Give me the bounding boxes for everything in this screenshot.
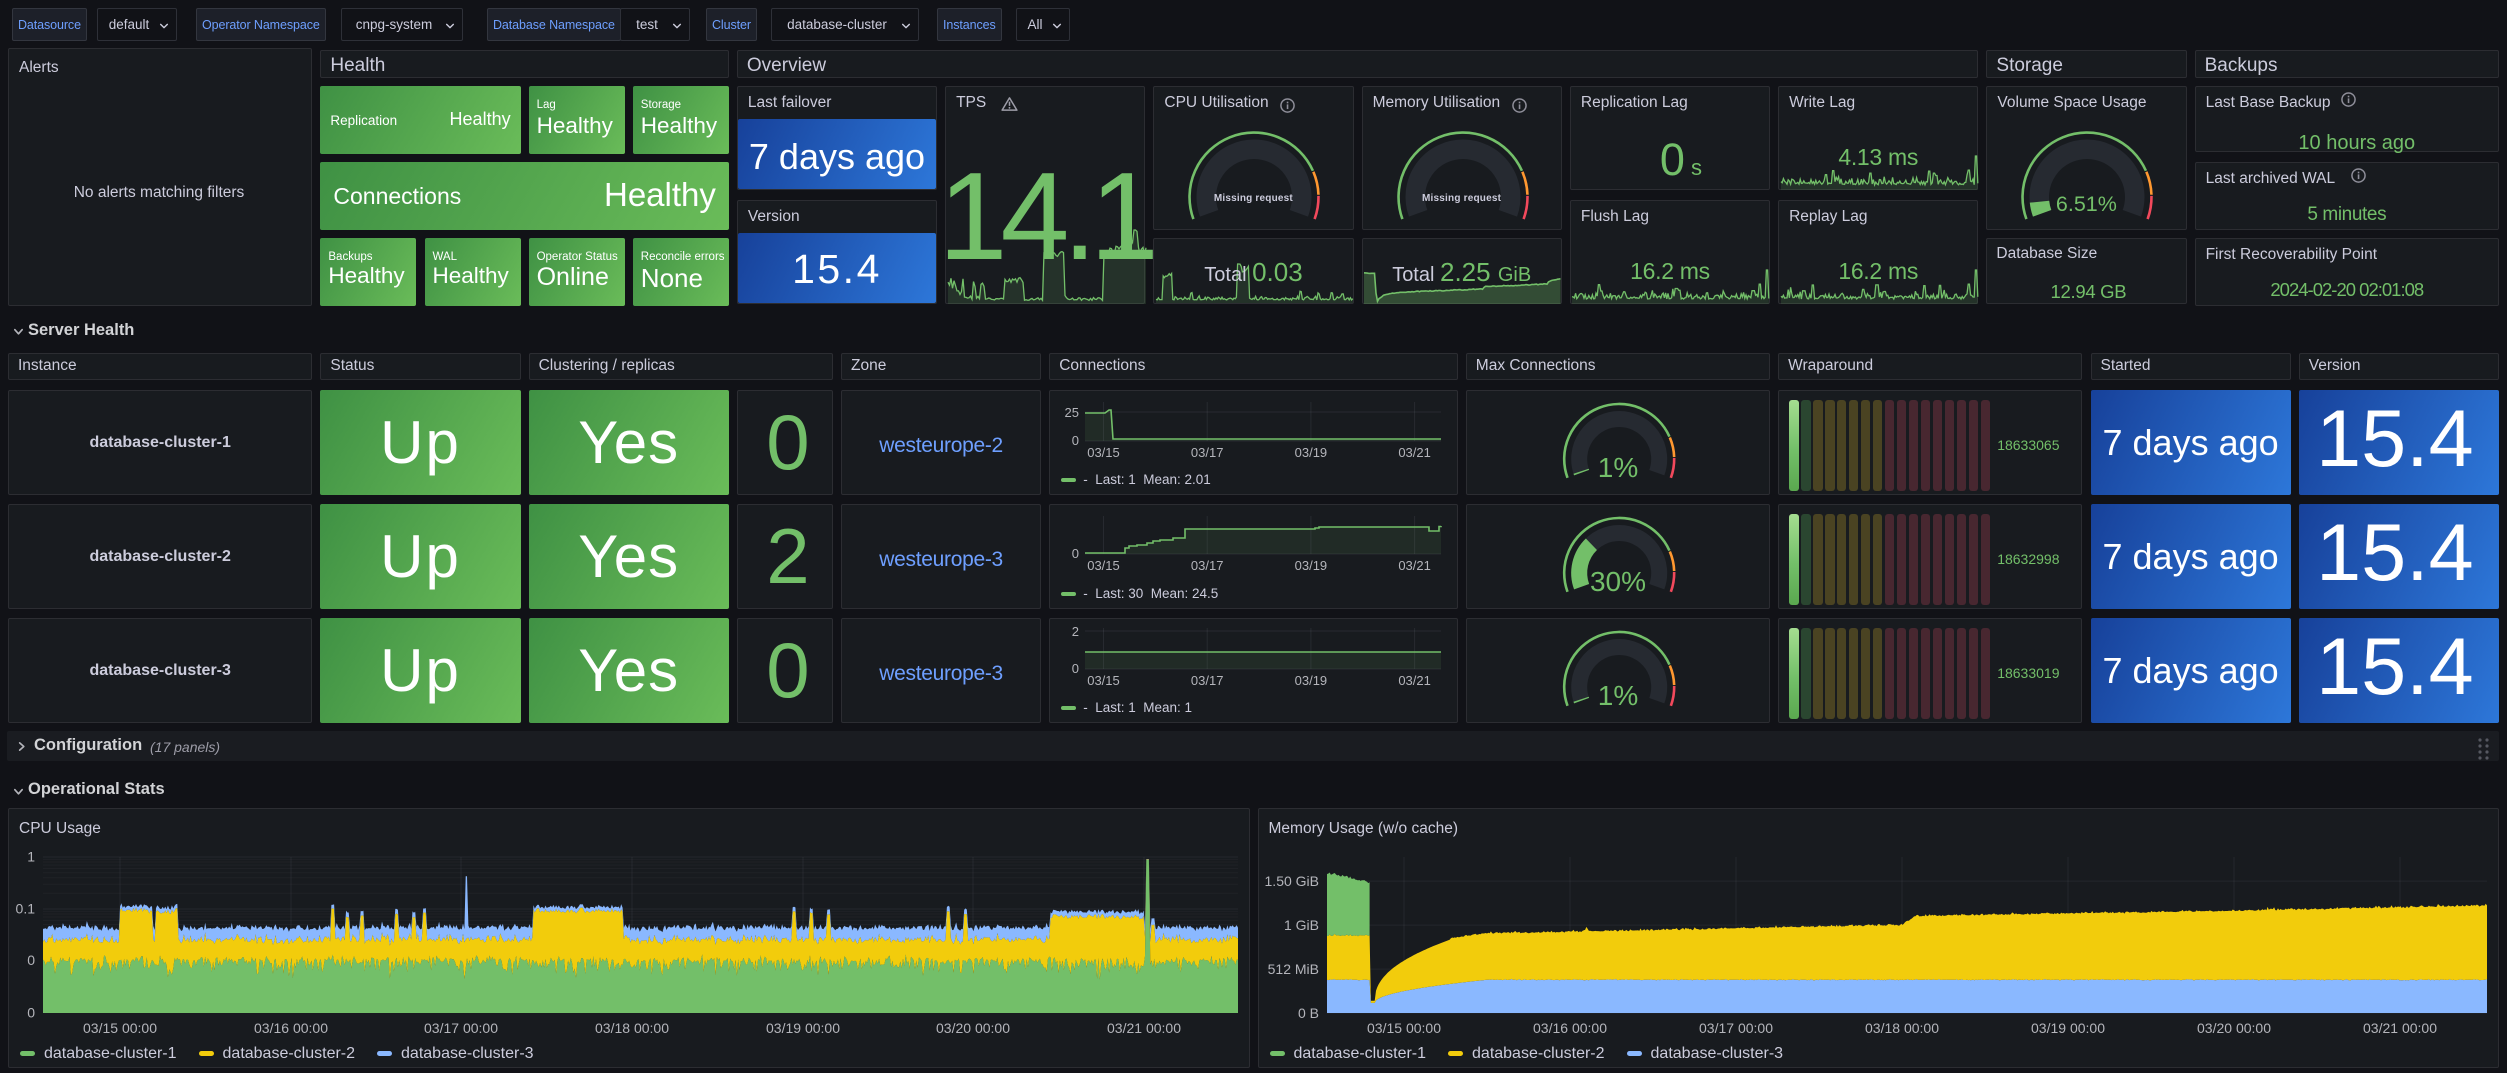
svg-text:2: 2 [1072, 624, 1079, 639]
svg-text:0 B: 0 B [1297, 1005, 1318, 1021]
svg-text:03/15 00:00: 03/15 00:00 [1367, 1020, 1441, 1036]
svg-text:0: 0 [1072, 661, 1079, 676]
svg-text:03/15: 03/15 [1087, 558, 1120, 573]
svg-text:1 GiB: 1 GiB [1283, 917, 1318, 933]
svg-text:03/18 00:00: 03/18 00:00 [1865, 1020, 1939, 1036]
svg-text:03/16 00:00: 03/16 00:00 [254, 1020, 328, 1036]
svg-text:03/19: 03/19 [1295, 673, 1328, 688]
svg-text:03/19: 03/19 [1295, 558, 1328, 573]
svg-text:0.1: 0.1 [16, 901, 36, 917]
svg-text:03/19 00:00: 03/19 00:00 [766, 1020, 840, 1036]
svg-text:512 MiB: 512 MiB [1267, 961, 1318, 977]
svg-text:03/17 00:00: 03/17 00:00 [1699, 1020, 1773, 1036]
svg-text:1.50 GiB: 1.50 GiB [1264, 873, 1318, 889]
svg-text:03/16 00:00: 03/16 00:00 [1533, 1020, 1607, 1036]
svg-text:03/15: 03/15 [1087, 445, 1120, 460]
svg-text:03/21: 03/21 [1399, 558, 1432, 573]
svg-text:0: 0 [1072, 433, 1079, 448]
svg-text:03/18 00:00: 03/18 00:00 [595, 1020, 669, 1036]
svg-text:03/21: 03/21 [1399, 673, 1432, 688]
svg-text:03/21: 03/21 [1399, 445, 1432, 460]
svg-text:03/20 00:00: 03/20 00:00 [2197, 1020, 2271, 1036]
svg-text:03/17: 03/17 [1191, 445, 1224, 460]
svg-text:03/17: 03/17 [1191, 673, 1224, 688]
svg-text:1: 1 [27, 849, 35, 865]
svg-text:0: 0 [27, 952, 35, 968]
svg-text:0: 0 [27, 1005, 35, 1021]
svg-text:03/15 00:00: 03/15 00:00 [83, 1020, 157, 1036]
svg-text:0: 0 [1072, 546, 1079, 561]
svg-text:03/21 00:00: 03/21 00:00 [2363, 1020, 2437, 1036]
svg-text:03/19 00:00: 03/19 00:00 [2031, 1020, 2105, 1036]
svg-text:25: 25 [1065, 405, 1079, 420]
svg-text:03/17: 03/17 [1191, 558, 1224, 573]
svg-text:03/15: 03/15 [1087, 673, 1120, 688]
svg-text:03/19: 03/19 [1295, 445, 1328, 460]
svg-text:03/21 00:00: 03/21 00:00 [1107, 1020, 1181, 1036]
svg-text:03/20 00:00: 03/20 00:00 [936, 1020, 1010, 1036]
svg-text:03/17 00:00: 03/17 00:00 [424, 1020, 498, 1036]
